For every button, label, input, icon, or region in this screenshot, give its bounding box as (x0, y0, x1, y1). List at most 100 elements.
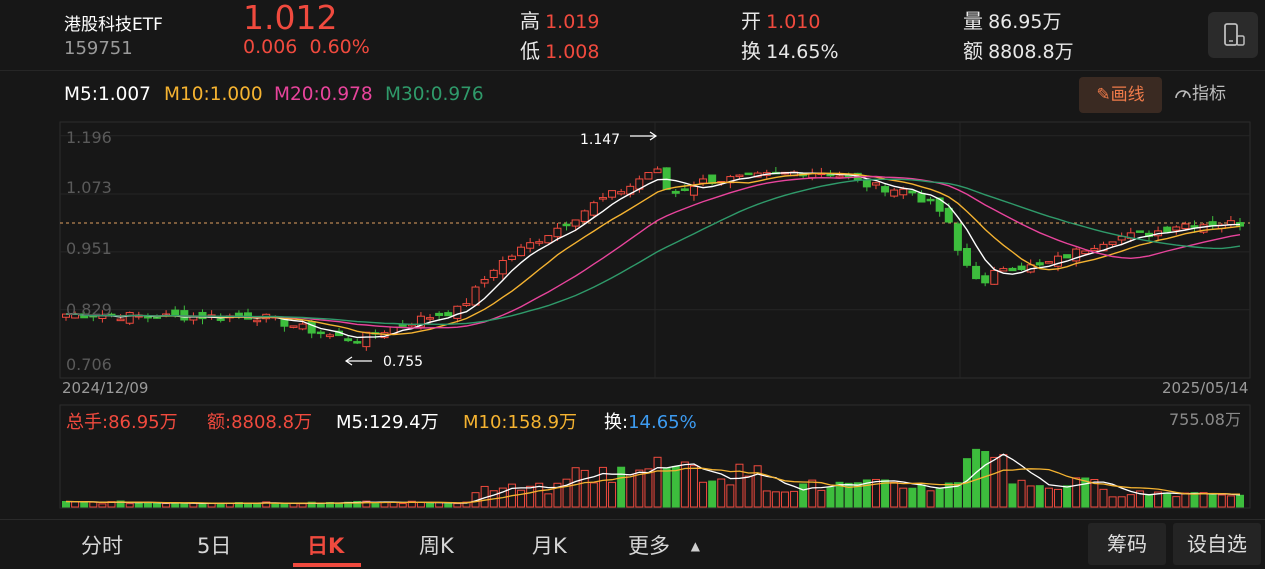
volume-turnover-prefix: 换: (604, 412, 628, 433)
volume-bar (981, 451, 990, 508)
security-code: 159751 (64, 38, 133, 59)
open-stat: 开 1.010 (741, 5, 821, 34)
volume-bar (1108, 496, 1117, 508)
volume-max-label: 755.08万 (1169, 410, 1241, 429)
ma20-legend: M20:0.978 (274, 84, 373, 105)
candle-body (617, 191, 626, 195)
candle-body (608, 190, 617, 198)
tab-weekly-k[interactable]: 周K (419, 530, 454, 560)
price-change: 0.006 0.60% (243, 36, 370, 58)
add-watchlist-button[interactable]: 设自选 (1173, 523, 1261, 565)
volume-bar (990, 456, 999, 508)
candle-body (435, 312, 444, 316)
change-percent: 0.60% (309, 36, 370, 58)
y-tick-1: 1.196 (66, 128, 112, 147)
landscape-toggle-button[interactable] (1208, 12, 1258, 58)
chip-distribution-button[interactable]: 筹码 (1088, 523, 1166, 565)
tab-monthly-k[interactable]: 月K (532, 530, 567, 560)
indicator-button[interactable]: 指标 (1174, 79, 1226, 104)
high-label: 高 (520, 9, 540, 33)
candle-body (353, 341, 362, 344)
candle-body (644, 172, 653, 180)
volume-bar (1144, 493, 1153, 508)
ma5-legend: M5:1.007 (64, 84, 151, 105)
candle-body (1108, 241, 1117, 245)
volume-bar (1072, 477, 1081, 508)
high-value: 1.019 (545, 11, 600, 33)
candle-body (871, 182, 880, 186)
candle-body (498, 260, 507, 275)
amount-stat: 额 8808.8万 (963, 35, 1074, 64)
volume-bar (444, 503, 453, 508)
y-tick-2: 1.073 (66, 178, 112, 197)
volume-bar (644, 468, 653, 508)
tab-intraday[interactable]: 分时 (81, 530, 123, 560)
volume-bar (1063, 485, 1072, 508)
volume-bar (62, 500, 70, 508)
candle-body (671, 190, 680, 194)
candle-body (689, 185, 698, 196)
volume-bar (617, 466, 626, 508)
volume-bar (790, 490, 799, 508)
volume-bar (1099, 488, 1108, 508)
volume-bar (335, 503, 344, 508)
y-tick-3: 0.951 (66, 239, 112, 258)
volume-bar (80, 501, 89, 508)
change-value: 0.006 (243, 36, 298, 58)
candle-body (972, 265, 981, 280)
candle-body (398, 324, 407, 327)
candle-body (562, 223, 571, 227)
candle-body (680, 188, 689, 191)
candle-body (298, 323, 307, 330)
draw-line-button[interactable]: ✎画线 (1079, 77, 1162, 113)
candle-body (507, 255, 516, 260)
candle-body (1172, 226, 1181, 231)
volume-bar (298, 503, 307, 508)
candle-body (517, 246, 526, 257)
active-tab-underline (293, 563, 361, 567)
volume-bar (1217, 494, 1226, 508)
volume-bar (1035, 485, 1044, 508)
volume-bar (653, 456, 662, 508)
candle-body (426, 317, 435, 320)
volume-bar (1199, 492, 1208, 508)
volume-bar (253, 503, 262, 508)
candle-body (489, 269, 498, 279)
amount-value: 8808.8万 (988, 41, 1074, 63)
tab-more[interactable]: 更多 ▲ (628, 530, 700, 560)
tab-5day[interactable]: 5日 (197, 530, 231, 560)
volume-bar (771, 491, 780, 508)
volume-bar (526, 485, 535, 508)
candle-body (1035, 262, 1044, 266)
volume-bar (426, 502, 435, 508)
high-marker-label: 1.147 (580, 132, 620, 148)
volume-bar (881, 479, 890, 508)
volume-bar (708, 480, 717, 508)
volume-bar (926, 490, 935, 508)
volume-bar (207, 503, 216, 508)
price-kline-chart[interactable]: 1.196 1.073 0.951 0.829 0.706 1.147 0.75… (0, 119, 1265, 399)
candle-body (571, 219, 580, 227)
candle-body (908, 190, 917, 194)
volume-bar (544, 493, 553, 508)
candle-body (1044, 261, 1053, 264)
volume-bar (416, 501, 425, 508)
caret-up-icon: ▲ (690, 539, 700, 553)
volume-bar (808, 479, 817, 508)
high-stat: 高 1.019 (520, 5, 600, 34)
candle-body (362, 331, 371, 348)
tab-daily-k[interactable]: 日K (307, 530, 344, 560)
volume-bar (89, 501, 98, 508)
candle-body (462, 303, 471, 306)
candle-body (735, 174, 744, 178)
last-price: 1.012 (243, 0, 338, 37)
header-divider (0, 70, 1265, 71)
volume-turnover-label: 换:14.65% (604, 412, 697, 433)
volume-bar (1181, 492, 1190, 508)
volume-chart[interactable]: 总手:86.95万 额:8808.8万 M5:129.4万 M10:158.9万… (0, 403, 1265, 517)
volume-bar (689, 465, 698, 508)
volume-bar (799, 483, 808, 508)
volume-bar (517, 489, 526, 508)
candle-body (981, 275, 990, 284)
volume-bar (753, 465, 762, 508)
